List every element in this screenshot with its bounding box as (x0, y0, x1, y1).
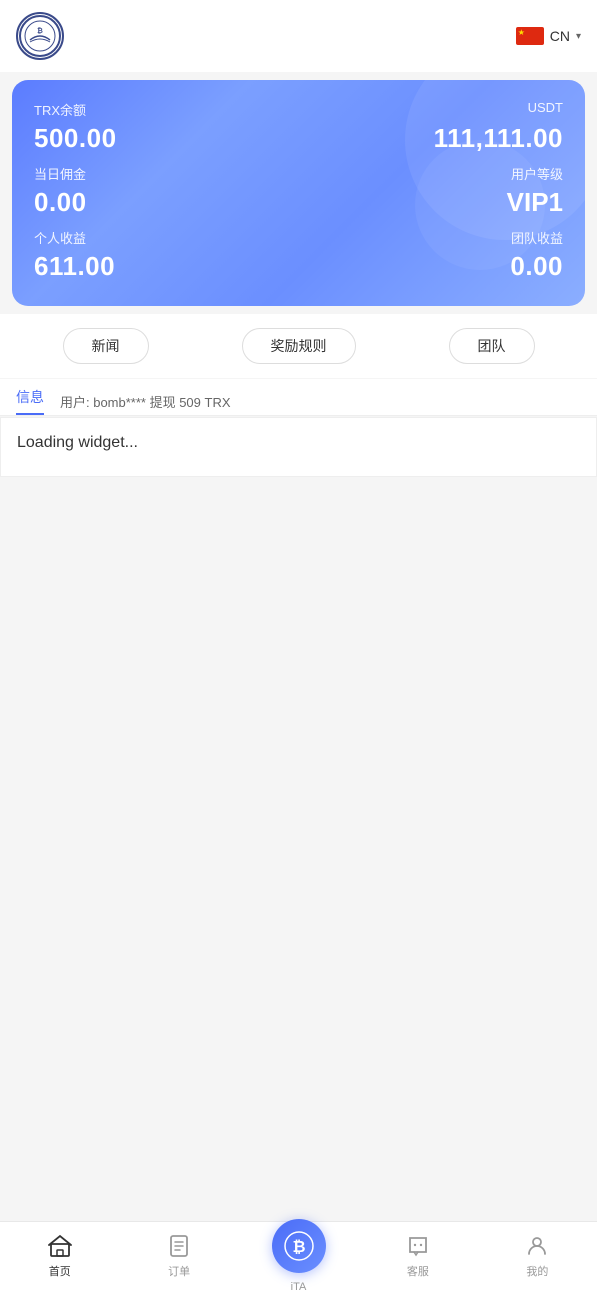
card-row-6: 611.00 0.00 (34, 251, 563, 282)
rules-button[interactable]: 奖励规则 (242, 328, 356, 364)
nav-label-order: 订单 (168, 1263, 190, 1279)
trx-value: 500.00 (34, 123, 117, 154)
commission-label: 当日佣金 (34, 164, 86, 183)
order-icon (166, 1233, 192, 1259)
app-logo: ₿ (16, 12, 64, 60)
chevron-down-icon: ▾ (576, 31, 581, 42)
bottom-navigation: 首页 订单 ₿ iTA (0, 1221, 597, 1293)
info-ticker: 用户: bomb**** 提现 509 TRX (60, 392, 581, 411)
nav-item-service[interactable]: 客服 (358, 1233, 477, 1279)
card-row-5: 个人收益 团队收益 (34, 228, 563, 247)
usdt-label: USDT (528, 100, 563, 115)
home-icon (47, 1233, 73, 1259)
header: ₿ ★ CN ▾ (0, 0, 597, 72)
usdt-value: 111,111.00 (434, 123, 563, 154)
nav-label-service: 客服 (407, 1263, 429, 1279)
quick-buttons: 新闻 奖励规则 团队 (0, 314, 597, 378)
dashboard-card: TRX余额 USDT 500.00 111,111.00 当日佣金 用户等级 0… (12, 80, 585, 306)
nav-label-center: iTA (291, 1281, 307, 1293)
card-row-2: 500.00 111,111.00 (34, 123, 563, 154)
info-section: 信息 用户: bomb**** 提现 509 TRX (0, 379, 597, 416)
main-content (0, 477, 597, 1077)
nav-item-order[interactable]: 订单 (119, 1233, 238, 1279)
news-button[interactable]: 新闻 (63, 328, 149, 364)
card-row-1: TRX余额 USDT (34, 100, 563, 119)
card-row-4: 0.00 VIP1 (34, 187, 563, 218)
flag-icon: ★ (516, 27, 544, 45)
team-button[interactable]: 团队 (449, 328, 535, 364)
team-income-label: 团队收益 (511, 228, 563, 247)
svg-text:₿: ₿ (37, 27, 43, 35)
language-selector[interactable]: ★ CN ▾ (516, 27, 581, 45)
info-tab-bar: 信息 用户: bomb**** 提现 509 TRX (0, 379, 597, 415)
widget-area: Loading widget... (0, 417, 597, 477)
svg-text:₿: ₿ (292, 1238, 305, 1256)
profile-icon (524, 1233, 550, 1259)
lang-code: CN (550, 28, 570, 44)
chat-icon (405, 1233, 431, 1259)
nav-label-profile: 我的 (526, 1263, 548, 1279)
card-row-3: 当日佣金 用户等级 (34, 164, 563, 183)
info-tab-label[interactable]: 信息 (16, 387, 44, 415)
user-level-label: 用户等级 (511, 164, 563, 183)
nav-item-profile[interactable]: 我的 (478, 1233, 597, 1279)
nav-item-home[interactable]: 首页 (0, 1233, 119, 1279)
personal-income-value: 611.00 (34, 251, 115, 282)
user-level-value: VIP1 (507, 187, 563, 218)
team-income-value: 0.00 (510, 251, 563, 282)
widget-loading-text: Loading widget... (17, 434, 138, 451)
personal-income-label: 个人收益 (34, 228, 86, 247)
nav-item-center[interactable]: ₿ iTA (239, 1219, 358, 1293)
commission-value: 0.00 (34, 187, 87, 218)
trx-balance-label: TRX余额 (34, 100, 86, 119)
nav-label-home: 首页 (49, 1263, 71, 1279)
center-btc-button[interactable]: ₿ (272, 1219, 326, 1273)
